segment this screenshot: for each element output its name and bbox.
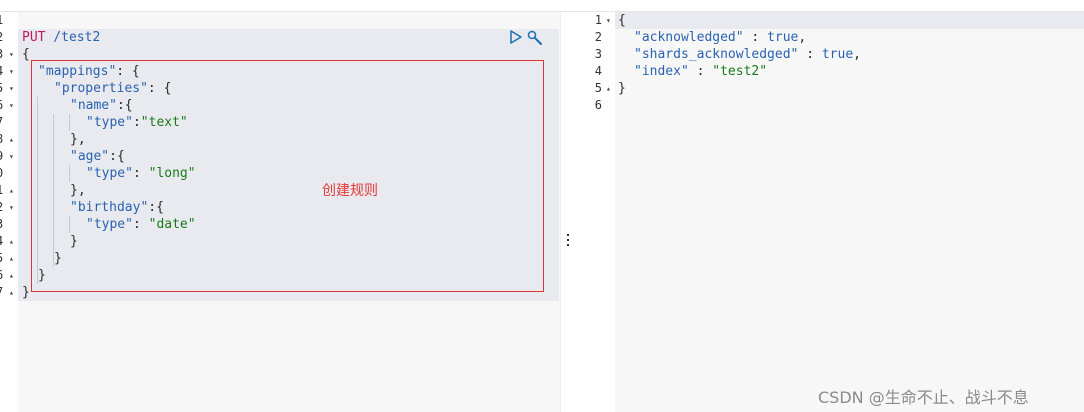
json-key: "shards_acknowledged" [634, 47, 799, 62]
drag-handle-icon[interactable] [566, 234, 569, 248]
response-editor[interactable]: 1 ▾ 2 3 4 5 ▴ 6 { "acknowledged" : true,… [574, 12, 1084, 412]
fold-toggle-icon[interactable]: ▾ [9, 97, 14, 114]
pane-splitter[interactable] [560, 12, 575, 412]
fold-toggle-icon[interactable]: ▾ [9, 80, 14, 97]
request-gutter: 1 2 3 ▾ 4 ▾ 5 ▾ 6 ▾ 7 8 ▴ 9 ▾ 0 1 ▴ 2 ▾ … [0, 12, 17, 412]
fold-toggle-icon[interactable]: ▴ [9, 233, 14, 250]
json-boolean: true [767, 30, 799, 45]
code-line: "shards_acknowledged" : true, [634, 47, 861, 62]
annotation-label: 创建规则 [322, 183, 378, 199]
fold-toggle-icon[interactable]: ▾ [9, 199, 14, 216]
request-line: PUT /test2 [22, 29, 100, 46]
fold-toggle-icon[interactable]: ▾ [9, 63, 14, 80]
code-line: } [22, 285, 30, 300]
request-path: /test2 [45, 30, 101, 45]
fold-toggle-icon[interactable]: ▴ [9, 131, 14, 148]
json-string: "test2" [712, 64, 768, 79]
line-number: 2 [594, 30, 602, 44]
line-number: 4 [594, 64, 602, 78]
code-line: "acknowledged" : true, [634, 30, 807, 45]
fold-toggle-icon[interactable]: ▾ [9, 46, 14, 63]
fold-toggle-icon[interactable]: ▴ [9, 284, 14, 301]
json-boolean: true [821, 47, 854, 62]
fold-toggle-icon[interactable]: ▴ [9, 250, 14, 267]
fold-toggle-icon[interactable]: ▴ [606, 80, 611, 97]
code-line: "index" : "test2" [634, 64, 768, 79]
response-gutter: 1 ▾ 2 3 4 5 ▴ 6 [574, 12, 614, 412]
line-number: 6 [594, 98, 602, 112]
fold-toggle-icon[interactable]: ▴ [9, 182, 14, 199]
request-editor[interactable]: 1 2 3 ▾ 4 ▾ 5 ▾ 6 ▾ 7 8 ▴ 9 ▾ 0 1 ▴ 2 ▾ … [0, 12, 560, 412]
line-number: 7 [0, 114, 12, 131]
code-line: } [618, 81, 626, 96]
fold-toggle-icon[interactable]: ▾ [606, 12, 611, 29]
wrench-icon[interactable] [526, 29, 544, 47]
code-line: { [22, 47, 30, 62]
line-number: 0 [0, 165, 12, 182]
line-number: 3 [594, 47, 602, 61]
json-key: "index" [634, 64, 689, 79]
line-number: 1 [594, 13, 602, 27]
line-number: 3 [0, 216, 12, 233]
top-border [0, 0, 1084, 12]
play-icon[interactable] [508, 29, 524, 45]
json-key: "acknowledged" [634, 30, 744, 45]
watermark: CSDN @生命不止、战斗不息 [818, 388, 1029, 407]
code-line: { [618, 13, 626, 28]
line-number: 2 [0, 29, 12, 46]
annotation-box [31, 60, 544, 292]
line-number: 5 [594, 81, 602, 95]
fold-toggle-icon[interactable]: ▾ [9, 148, 14, 165]
active-line-highlight [615, 12, 1084, 29]
line-number: 1 [0, 12, 12, 29]
fold-toggle-icon[interactable]: ▴ [9, 267, 14, 284]
http-method: PUT [22, 30, 46, 45]
